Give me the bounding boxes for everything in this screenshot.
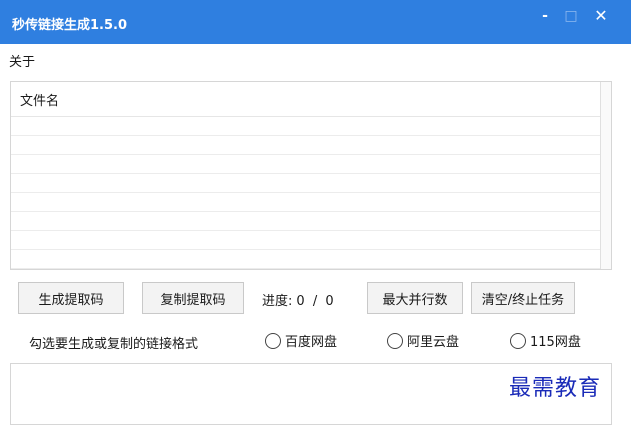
list-item[interactable] [11,174,601,193]
watermark-text: 最需教育 [509,376,602,401]
list-rows [11,117,601,269]
menu-bar: 关于 [9,51,35,70]
link-format-label: 勾选要生成或复制的链接格式 [29,337,199,352]
window-title: 秒传链接生成1.5.0 [12,18,128,33]
generate-code-button[interactable]: 生成提取码 [18,282,124,314]
list-item[interactable] [11,250,601,269]
list-item[interactable] [11,193,601,212]
radio-baidu[interactable]: 百度网盘 [265,331,337,350]
radio-label: 阿里云盘 [407,335,460,350]
menu-item-about[interactable]: 关于 [9,55,35,70]
radio-115[interactable]: 115网盘 [510,331,581,350]
radio-circle-icon[interactable] [387,332,403,349]
maximize-button[interactable]: □ [559,6,583,26]
radio-circle-icon[interactable] [510,332,526,349]
title-bar: 秒传链接生成1.5.0 - □ ✕ [0,0,631,44]
list-item[interactable] [11,231,601,250]
progress-current: 0 [296,294,305,309]
list-item[interactable] [11,155,601,174]
list-header: 文件名 [11,82,601,117]
progress-total: 0 [325,294,334,309]
minimize-button[interactable]: - [533,6,557,26]
file-list[interactable]: 文件名 [10,81,612,270]
radio-aliyun[interactable]: 阿里云盘 [387,331,459,350]
column-header-filename[interactable]: 文件名 [20,90,59,109]
progress-label: 进度: [262,294,293,309]
list-item[interactable] [11,212,601,231]
radio-circle-icon[interactable] [265,332,281,349]
radio-label: 百度网盘 [285,335,338,350]
list-scrollbar[interactable] [600,82,611,269]
close-button[interactable]: ✕ [589,6,613,26]
max-parallel-button[interactable]: 最大并行数 [367,282,463,314]
list-item[interactable] [11,136,601,155]
list-item[interactable] [11,117,601,136]
progress-readout: 进度: 0 / 0 [262,290,338,309]
progress-separator: / [312,294,318,309]
clear-stop-button[interactable]: 清空/终止任务 [471,282,575,314]
copy-code-button[interactable]: 复制提取码 [142,282,244,314]
radio-label: 115网盘 [530,335,581,350]
